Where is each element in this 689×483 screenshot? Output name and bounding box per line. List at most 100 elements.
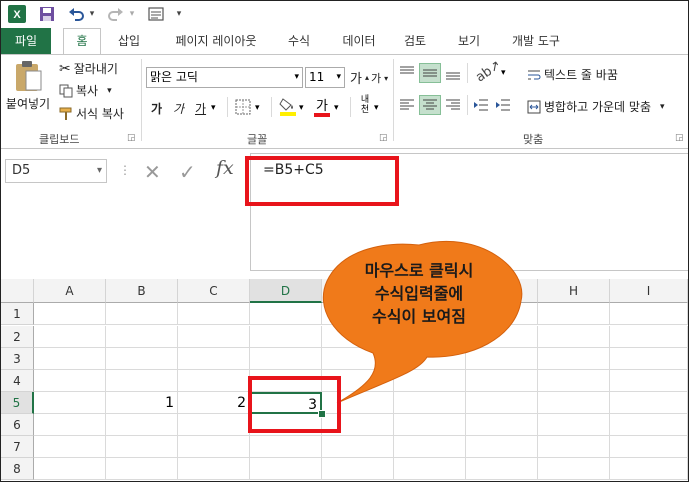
font-size-select[interactable]: 11 ▾	[305, 67, 345, 88]
cell-e3[interactable]	[322, 348, 394, 370]
cell-g4[interactable]	[466, 370, 538, 392]
column-header-b[interactable]: B	[106, 279, 178, 303]
cell-e8[interactable]	[322, 458, 394, 480]
font-color-button[interactable]: 가	[313, 95, 331, 117]
underline-dropdown-icon[interactable]: ▾	[211, 103, 216, 113]
cell-h8[interactable]	[538, 458, 610, 480]
form-icon[interactable]	[147, 5, 165, 23]
font-color-dropdown-icon[interactable]: ▾	[334, 103, 339, 113]
tab-file[interactable]: 파일	[1, 28, 51, 54]
cell-h7[interactable]	[538, 436, 610, 458]
save-icon[interactable]	[37, 5, 57, 23]
enter-icon[interactable]: ✓	[179, 160, 196, 184]
cell-i6[interactable]	[610, 414, 688, 436]
increase-indent-icon[interactable]	[495, 97, 511, 117]
cell-a7[interactable]	[34, 436, 106, 458]
column-header-a[interactable]: A	[34, 279, 106, 303]
cell-e7[interactable]	[322, 436, 394, 458]
fill-color-icon[interactable]	[279, 96, 297, 120]
tab-data[interactable]: 데이터	[331, 28, 387, 54]
column-header-h[interactable]: H	[538, 279, 610, 303]
cell-c2[interactable]	[178, 326, 250, 348]
tab-home[interactable]: 홈	[63, 28, 101, 55]
column-header-i[interactable]: I	[610, 279, 688, 303]
tab-view[interactable]: 보기	[449, 28, 489, 54]
cell-c5[interactable]: 2	[178, 392, 250, 414]
borders-icon[interactable]	[235, 99, 251, 119]
cell-i7[interactable]	[610, 436, 688, 458]
cell-f4[interactable]	[394, 370, 466, 392]
copy-button[interactable]: 복사 ▾	[59, 82, 112, 99]
undo-dropdown-icon[interactable]: ▾	[87, 5, 97, 23]
align-right-icon[interactable]	[445, 97, 461, 117]
align-left-icon[interactable]	[399, 97, 415, 117]
row-header-7[interactable]: 7	[1, 436, 34, 458]
cell-f8[interactable]	[394, 458, 466, 480]
name-box-dropdown-icon[interactable]: ▾	[97, 160, 102, 182]
cell-a8[interactable]	[34, 458, 106, 480]
row-header-4[interactable]: 4	[1, 370, 34, 392]
cell-c6[interactable]	[178, 414, 250, 436]
cell-a3[interactable]	[34, 348, 106, 370]
align-bottom-icon[interactable]	[445, 65, 461, 85]
cell-h4[interactable]	[538, 370, 610, 392]
cell-d7[interactable]	[250, 436, 322, 458]
column-header-d[interactable]: D	[250, 279, 322, 303]
merge-center-button[interactable]: 병합하고 가운데 맞춤 ▾	[527, 98, 665, 115]
cell-a5[interactable]	[34, 392, 106, 414]
shrink-font-button[interactable]: 가 ▾	[371, 70, 388, 86]
cell-i5[interactable]	[610, 392, 688, 414]
cell-g5[interactable]	[466, 392, 538, 414]
cell-h5[interactable]	[538, 392, 610, 414]
tab-page-layout[interactable]: 페이지 레이아웃	[161, 28, 271, 54]
insert-function-icon[interactable]: fx	[216, 157, 234, 179]
cell-h6[interactable]	[538, 414, 610, 436]
cell-b2[interactable]	[106, 326, 178, 348]
cell-a2[interactable]	[34, 326, 106, 348]
cell-f7[interactable]	[394, 436, 466, 458]
cell-c3[interactable]	[178, 348, 250, 370]
cell-c4[interactable]	[178, 370, 250, 392]
undo-icon[interactable]	[67, 5, 85, 23]
cell-d3[interactable]	[250, 348, 322, 370]
cell-i4[interactable]	[610, 370, 688, 392]
fill-handle[interactable]	[318, 410, 326, 418]
cell-e2[interactable]	[322, 326, 394, 348]
cell-b7[interactable]	[106, 436, 178, 458]
cell-g7[interactable]	[466, 436, 538, 458]
redo-icon[interactable]	[107, 5, 125, 23]
align-center-icon[interactable]	[419, 95, 441, 115]
cancel-icon[interactable]: ✕	[144, 160, 161, 184]
merge-center-dropdown-icon[interactable]: ▾	[660, 102, 665, 112]
italic-button[interactable]: 가	[173, 100, 184, 117]
cell-h2[interactable]	[538, 326, 610, 348]
font-name-select[interactable]: 맑은 고딕 ▾	[146, 67, 303, 88]
cell-i1[interactable]	[610, 303, 688, 325]
cell-h1[interactable]	[538, 303, 610, 325]
align-top-icon[interactable]	[399, 65, 415, 85]
grow-font-button[interactable]: 가 ▴	[350, 68, 369, 87]
row-header-1[interactable]: 1	[1, 303, 34, 325]
orientation-dropdown-icon[interactable]: ▾	[501, 68, 506, 78]
cell-b5[interactable]: 1	[106, 392, 178, 414]
cell-f6[interactable]	[394, 414, 466, 436]
cell-c1[interactable]	[178, 303, 250, 325]
column-header-c[interactable]: C	[178, 279, 250, 303]
tab-formulas[interactable]: 수식	[279, 28, 319, 54]
orientation-icon[interactable]: ab↗	[473, 58, 504, 86]
tab-developer[interactable]: 개발 도구	[501, 28, 571, 54]
clipboard-launcher-icon[interactable]: ◲	[127, 133, 136, 143]
cell-b4[interactable]	[106, 370, 178, 392]
wrap-text-button[interactable]: 텍스트 줄 바꿈	[527, 66, 618, 83]
cell-i3[interactable]	[610, 348, 688, 370]
align-middle-icon[interactable]	[419, 63, 441, 83]
cell-f2[interactable]	[394, 326, 466, 348]
cell-a1[interactable]	[34, 303, 106, 325]
cell-g2[interactable]	[466, 326, 538, 348]
cell-f3[interactable]	[394, 348, 466, 370]
tab-insert[interactable]: 삽입	[109, 28, 149, 54]
name-box[interactable]: D5 ▾	[5, 159, 107, 183]
cell-g8[interactable]	[466, 458, 538, 480]
cell-g6[interactable]	[466, 414, 538, 436]
cell-d8[interactable]	[250, 458, 322, 480]
